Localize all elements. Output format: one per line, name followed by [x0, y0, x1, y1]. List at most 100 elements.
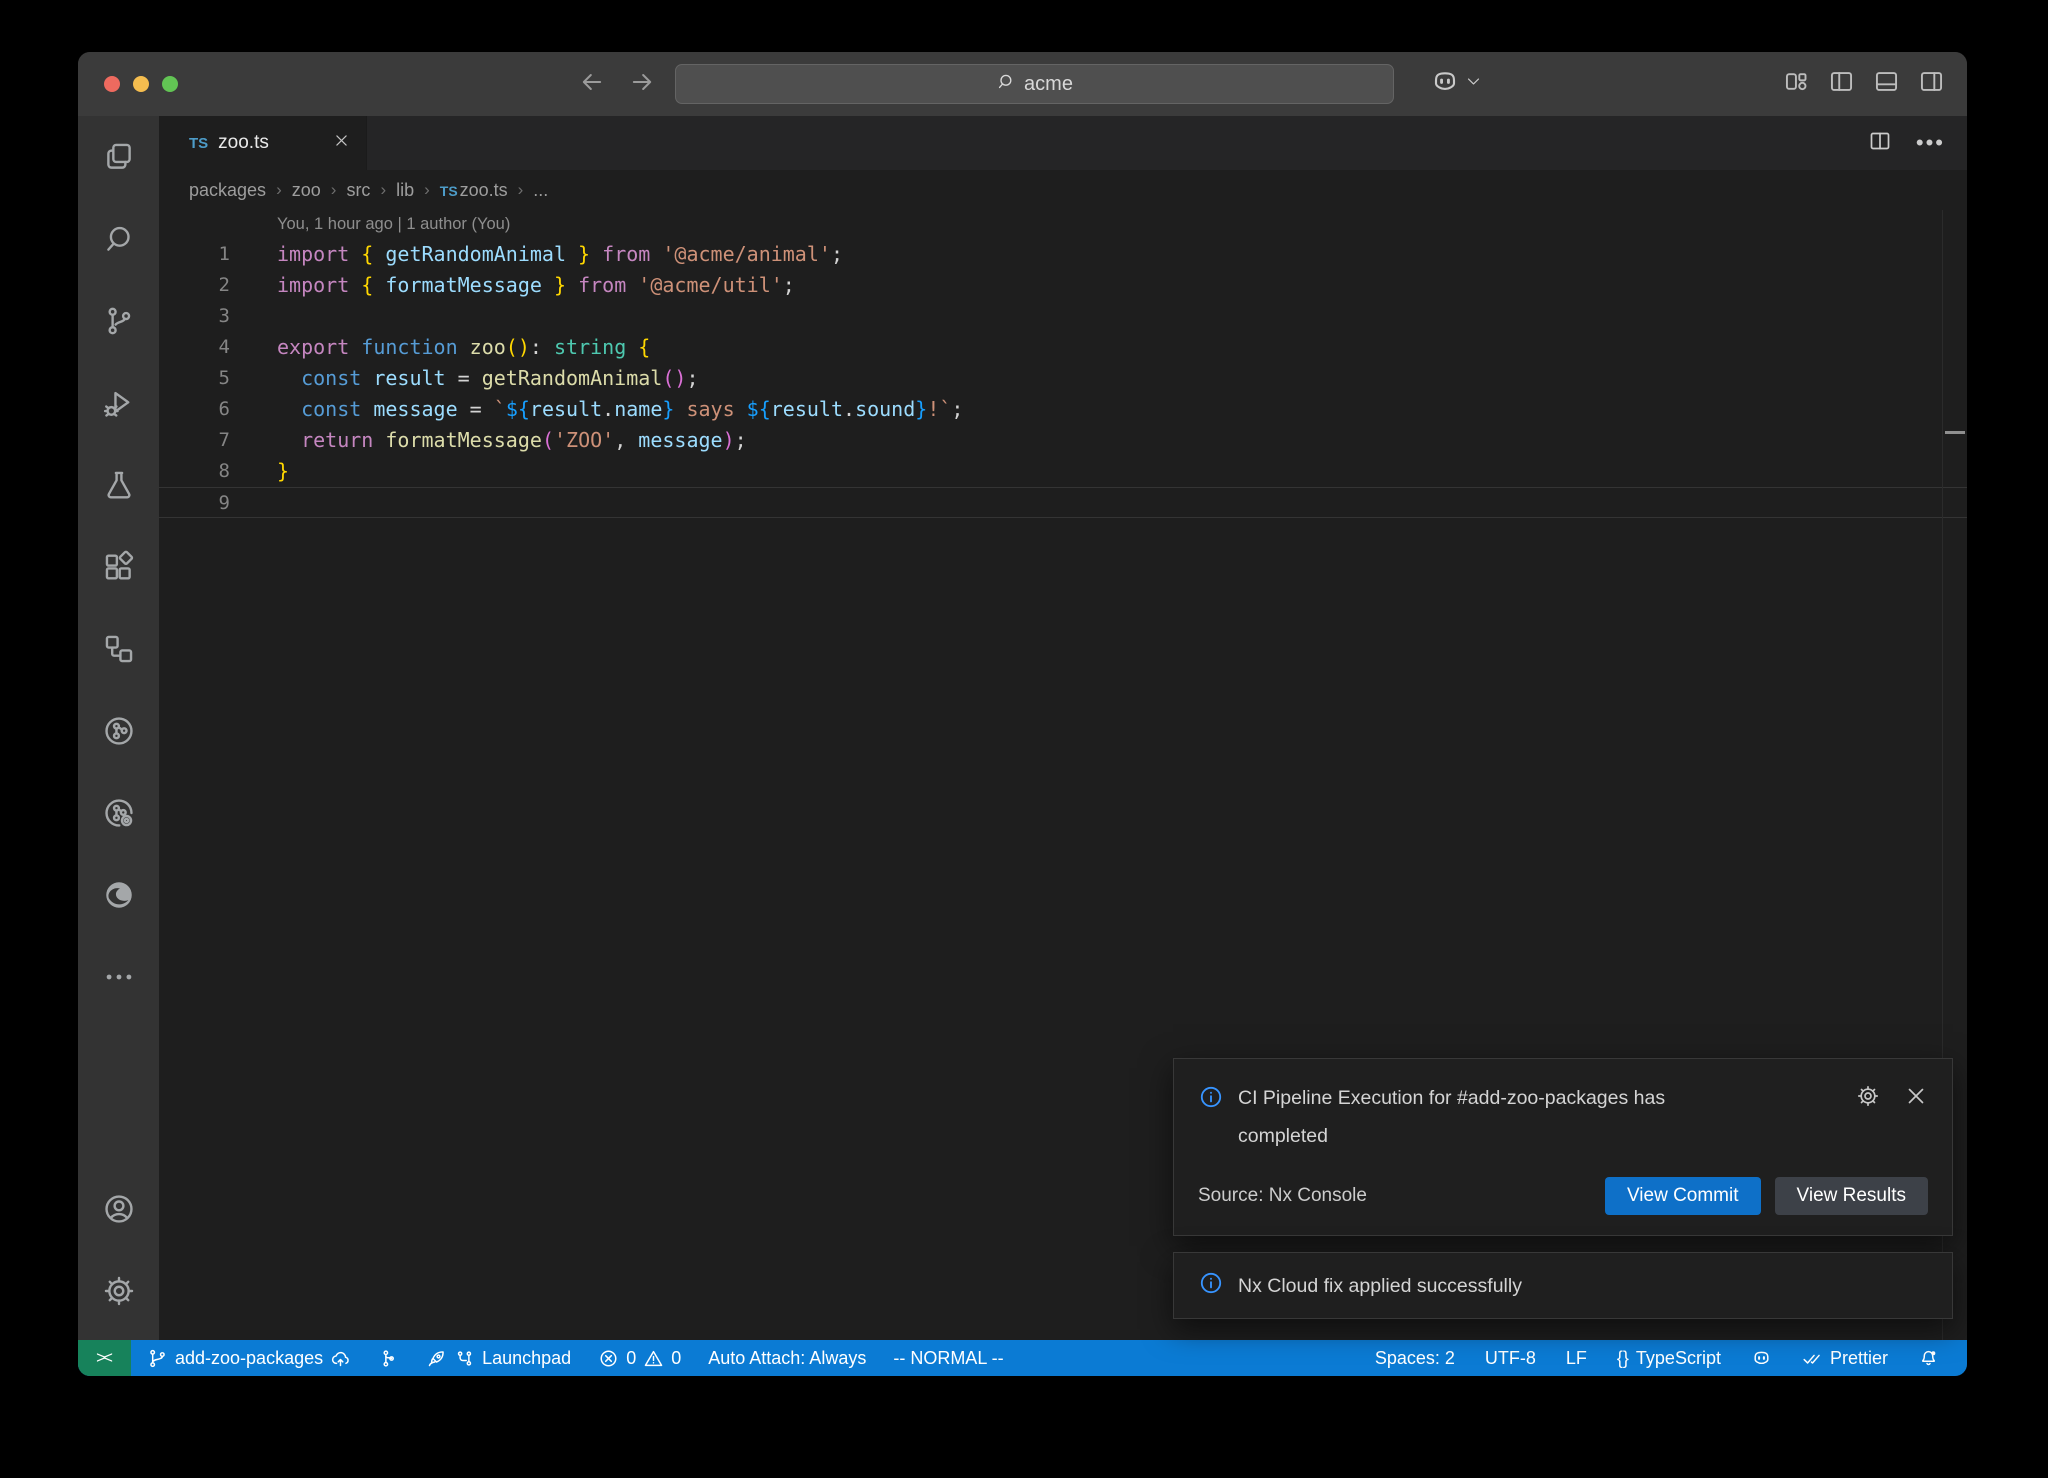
breadcrumb-item[interactable]: packages	[189, 180, 266, 201]
git-blame-codelens[interactable]: You, 1 hour ago | 1 author (You)	[159, 210, 1967, 239]
code-line[interactable]: 4export function zoo(): string {	[159, 332, 1967, 363]
breadcrumb-item[interactable]: ...	[533, 180, 548, 201]
explorer-icon[interactable]	[78, 116, 159, 198]
status-label: Launchpad	[482, 1348, 571, 1369]
remote-indicator[interactable]: ><	[78, 1340, 131, 1376]
line-number[interactable]: 4	[159, 332, 230, 363]
edge-tools-icon[interactable]	[78, 854, 159, 936]
line-content: }	[230, 456, 1967, 487]
status-item-auto-attach[interactable]: Auto Attach: Always	[708, 1348, 866, 1369]
status-item-vim-mode[interactable]: -- NORMAL --	[893, 1348, 1003, 1369]
notification-toast: Nx Cloud fix applied successfully	[1173, 1252, 1953, 1319]
view-commit-button[interactable]: View Commit	[1605, 1177, 1761, 1215]
line-number[interactable]: 9	[159, 488, 230, 517]
code-line[interactable]: 7 return formatMessage('ZOO', message);	[159, 425, 1967, 456]
breadcrumb-item[interactable]: zoo	[292, 180, 321, 201]
breadcrumb-item[interactable]: src	[346, 180, 370, 201]
breadcrumb-item[interactable]: lib	[396, 180, 414, 201]
vscode-window: acme TS zoo.ts	[78, 52, 1967, 1376]
line-content: const message = `${result.name} says ${r…	[230, 394, 1967, 425]
status-item-copilot[interactable]	[1751, 1348, 1772, 1369]
code-line[interactable]: 3	[159, 301, 1967, 332]
status-item-git-branch[interactable]: add-zoo-packages	[147, 1348, 351, 1369]
notification-source: Source: Nx Console	[1198, 1185, 1367, 1207]
status-label: LF	[1566, 1348, 1587, 1369]
settings-icon[interactable]	[78, 1250, 159, 1332]
search-icon[interactable]	[78, 198, 159, 280]
code-line[interactable]: 1import { getRandomAnimal } from '@acme/…	[159, 239, 1967, 270]
chevron-down-icon[interactable]	[1465, 73, 1482, 95]
status-label: {}	[1617, 1348, 1629, 1369]
status-item-encoding[interactable]: UTF-8	[1485, 1348, 1536, 1369]
tab-zoo-ts[interactable]: TS zoo.ts	[159, 116, 367, 170]
code-line[interactable]: 6 const message = `${result.name} says $…	[159, 394, 1967, 425]
close-window-button[interactable]	[104, 76, 120, 92]
toggle-primary-sidebar-icon[interactable]	[1828, 68, 1855, 100]
run-debug-icon[interactable]	[78, 362, 159, 444]
code-line[interactable]: 5 const result = getRandomAnimal();	[159, 363, 1967, 394]
copilot-icon	[1751, 1348, 1772, 1369]
nx-cloud-icon[interactable]	[78, 772, 159, 854]
account-icon[interactable]	[78, 1168, 159, 1250]
testing-icon[interactable]	[78, 444, 159, 526]
breadcrumb-item[interactable]: TS zoo.ts	[440, 180, 508, 201]
close-tab-icon[interactable]	[333, 132, 350, 154]
overview-ruler-cursor-mark	[1945, 431, 1965, 434]
line-content: import { formatMessage } from '@acme/uti…	[230, 270, 1967, 301]
status-label: add-zoo-packages	[175, 1348, 323, 1369]
line-number[interactable]: 2	[159, 270, 230, 301]
code-line[interactable]: 2import { formatMessage } from '@acme/ut…	[159, 270, 1967, 301]
status-item-problems[interactable]: 00	[598, 1348, 681, 1369]
minimize-window-button[interactable]	[133, 76, 149, 92]
more-icon[interactable]	[78, 936, 159, 1018]
status-item-prettier[interactable]: Prettier	[1802, 1348, 1888, 1369]
line-number[interactable]: 1	[159, 239, 230, 270]
split-editor-icon[interactable]	[1868, 129, 1892, 158]
source-control-icon[interactable]	[78, 280, 159, 362]
status-item-indentation[interactable]: Spaces: 2	[1375, 1348, 1455, 1369]
back-icon[interactable]	[578, 68, 606, 101]
breadcrumb: packages›zoo›src›lib›TS zoo.ts›...	[159, 170, 1967, 210]
line-content: import { getRandomAnimal } from '@acme/a…	[230, 239, 1967, 270]
command-center-search[interactable]: acme	[675, 64, 1394, 104]
line-number[interactable]: 3	[159, 301, 230, 332]
search-icon	[996, 72, 1015, 97]
line-number[interactable]: 6	[159, 394, 230, 425]
status-item-launchpad[interactable]: Launchpad	[426, 1348, 571, 1369]
line-content: export function zoo(): string {	[230, 332, 1967, 363]
forward-icon[interactable]	[628, 68, 656, 101]
customize-layout-icon[interactable]	[1783, 68, 1810, 100]
project-structure-icon[interactable]	[78, 608, 159, 690]
notification-close-icon[interactable]	[1904, 1084, 1928, 1113]
status-label: 0	[671, 1348, 681, 1369]
status-label: Spaces: 2	[1375, 1348, 1455, 1369]
extensions-icon[interactable]	[78, 526, 159, 608]
status-item-language-mode[interactable]: {}TypeScript	[1617, 1348, 1721, 1369]
search-query: acme	[1024, 73, 1073, 96]
status-item-git-graph[interactable]	[378, 1348, 399, 1369]
toggle-secondary-sidebar-icon[interactable]	[1918, 68, 1945, 100]
zoom-window-button[interactable]	[162, 76, 178, 92]
info-icon	[1198, 1084, 1224, 1115]
copilot-icon[interactable]	[1430, 67, 1460, 102]
code-line[interactable]: 9	[159, 487, 1967, 518]
line-number[interactable]: 7	[159, 425, 230, 456]
nx-console-icon[interactable]	[78, 690, 159, 772]
breadcrumb-separator: ›	[276, 180, 282, 200]
line-number[interactable]: 5	[159, 363, 230, 394]
git-branch-icon	[147, 1348, 168, 1369]
status-item-eol[interactable]: LF	[1566, 1348, 1587, 1369]
title-bar: acme	[78, 52, 1967, 116]
more-actions-icon[interactable]: •••	[1916, 138, 1945, 148]
toggle-panel-icon[interactable]	[1873, 68, 1900, 100]
view-results-button[interactable]: View Results	[1775, 1177, 1928, 1215]
line-content: const result = getRandomAnimal();	[230, 363, 1967, 394]
code-line[interactable]: 8}	[159, 456, 1967, 487]
status-item-notifications-bell[interactable]	[1918, 1348, 1939, 1369]
cloud-upload-icon	[330, 1348, 351, 1369]
notification-settings-icon[interactable]	[1856, 1084, 1880, 1113]
tab-bar: TS zoo.ts •••	[159, 116, 1967, 170]
status-label: Prettier	[1830, 1348, 1888, 1369]
status-label: UTF-8	[1485, 1348, 1536, 1369]
line-number[interactable]: 8	[159, 456, 230, 487]
